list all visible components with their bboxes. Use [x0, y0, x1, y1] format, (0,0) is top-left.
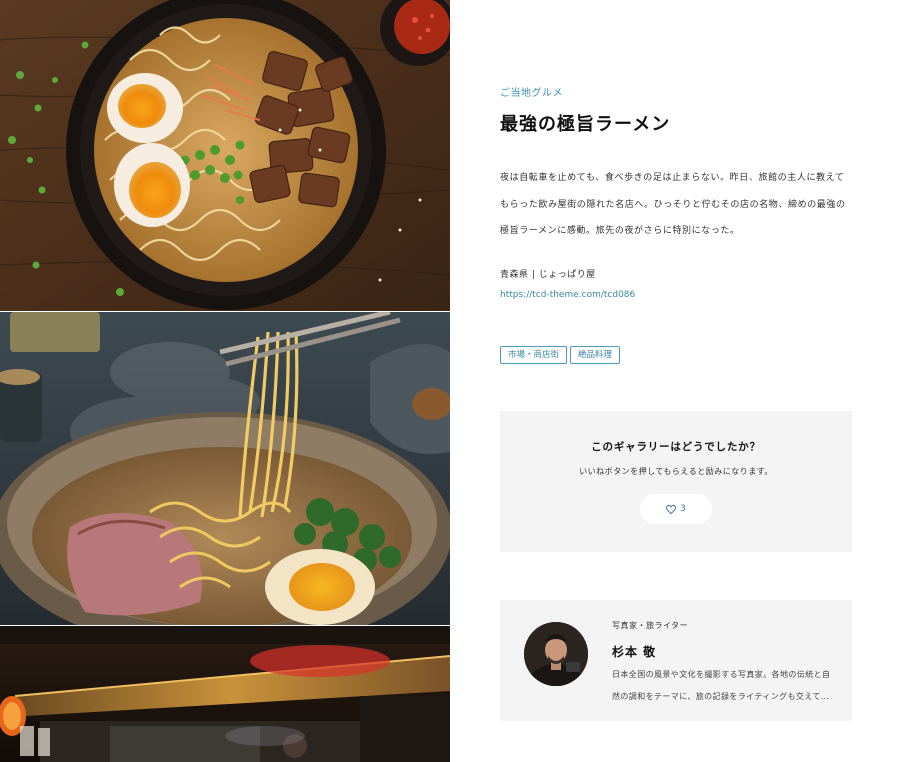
article-title: 最強の極旨ラーメン [500, 114, 671, 135]
avatar[interactable] [524, 622, 588, 686]
tag-market[interactable]: 市場・商店街 [500, 346, 568, 364]
like-button[interactable]: 3 [640, 494, 712, 524]
article-location: 青森県 | じょっぱり屋 [500, 270, 596, 280]
photo-gallery [0, 0, 450, 762]
rating-panel: このギャラリーはどうでしたか？ いいねボタンを押してもらえると励みになります。 … [500, 411, 852, 552]
author-role: 写真家・旅ライター [612, 621, 689, 630]
tag-list: 市場・商店街 絶品料理 [500, 346, 621, 364]
rating-subtext: いいねボタンを押してもらえると励みになります。 [579, 467, 773, 476]
article-description: 夜は自転車を止めても、食べ歩きの足は止まらない。昨日、旅館の主人に教えてもらった… [500, 173, 846, 236]
author-card: 写真家・旅ライター 杉本 敬 日本全国の風景や文化を撮影する写真家。各地の伝統と… [500, 600, 852, 721]
author-name[interactable]: 杉本 敬 [612, 643, 656, 660]
article-link[interactable]: https://tcd-theme.com/tcd086 [500, 290, 635, 300]
like-count: 3 [680, 504, 686, 514]
rating-question: このギャラリーはどうでしたか？ [591, 441, 761, 453]
article-category[interactable]: ご当地グルメ [500, 84, 563, 99]
gallery-image-alley-night[interactable] [0, 626, 450, 762]
author-bio: 日本全国の風景や文化を撮影する写真家。各地の伝統と自然の調和をテーマに、旅の記録… [612, 670, 831, 701]
gallery-image-noodle-lift[interactable] [0, 312, 450, 625]
tag-gourmet[interactable]: 絶品料理 [570, 346, 621, 364]
gallery-image-ramen-bowl[interactable] [0, 0, 450, 311]
heart-icon [666, 504, 677, 514]
